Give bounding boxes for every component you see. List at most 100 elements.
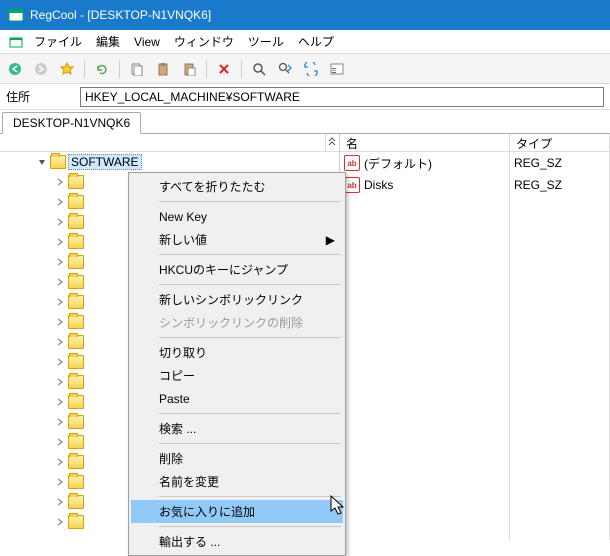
chevron-right-icon[interactable] (54, 236, 66, 248)
folder-icon (68, 335, 84, 349)
chevron-right-icon[interactable] (54, 496, 66, 508)
ctx-rename[interactable]: 名前を変更 (131, 470, 343, 493)
column-type: タイプ REG_SZ REG_SZ (510, 134, 610, 540)
value-name: Disks (364, 178, 393, 192)
ctx-export[interactable]: 輸出する ... (131, 530, 343, 553)
folder-icon (68, 295, 84, 309)
toolbar (0, 54, 610, 84)
folder-icon (68, 375, 84, 389)
ctx-jump-hkcu[interactable]: HKCUのキーにジャンプ (131, 258, 343, 281)
ctx-delete[interactable]: 削除 (131, 447, 343, 470)
column-header-name[interactable]: 名 (340, 134, 509, 152)
copy-button[interactable] (126, 58, 148, 80)
tab-strip: DESKTOP-N1VNQK6 (0, 110, 610, 134)
chevron-right-icon[interactable] (54, 396, 66, 408)
chevron-right-icon[interactable] (54, 196, 66, 208)
column-name: 名 ab (デフォルト) ab Disks (340, 134, 510, 540)
favorite-button[interactable] (56, 58, 78, 80)
folder-icon (68, 275, 84, 289)
chevron-right-icon[interactable] (54, 376, 66, 388)
menu-view[interactable]: View (128, 33, 166, 51)
back-button[interactable] (4, 58, 26, 80)
chevron-right-icon[interactable] (54, 336, 66, 348)
folder-icon (68, 475, 84, 489)
context-menu: すべてを折りたたむ New Key 新しい値▶ HKCUのキーにジャンプ 新しい… (128, 172, 346, 556)
string-value-icon: ab (344, 177, 360, 193)
folder-icon (68, 175, 84, 189)
menu-bar: ファイル 編集 View ウィンドウ ツール ヘルプ (0, 30, 610, 54)
chevron-right-icon[interactable] (54, 416, 66, 428)
folder-icon (68, 415, 84, 429)
chevron-right-icon[interactable] (54, 456, 66, 468)
menu-edit[interactable]: 編集 (90, 31, 126, 52)
folder-icon (68, 515, 84, 529)
value-type: REG_SZ (510, 174, 609, 196)
menu-tools[interactable]: ツール (242, 31, 290, 52)
menu-window[interactable]: ウィンドウ (168, 31, 240, 52)
tree-header (0, 134, 339, 152)
folder-icon (68, 435, 84, 449)
address-label: 住所 (6, 88, 76, 105)
chevron-right-icon[interactable] (54, 216, 66, 228)
ctx-collapse-all[interactable]: すべてを折りたたむ (131, 175, 343, 198)
folder-icon (68, 215, 84, 229)
values-pane[interactable]: 名 ab (デフォルト) ab Disks タイプ REG_SZ REG_SZ (340, 134, 610, 540)
address-bar: 住所 (0, 84, 610, 110)
folder-icon (68, 395, 84, 409)
value-row[interactable]: ab (デフォルト) (340, 152, 509, 174)
paste-list-button[interactable] (178, 58, 200, 80)
properties-button[interactable] (326, 58, 348, 80)
tab-machine[interactable]: DESKTOP-N1VNQK6 (2, 112, 141, 134)
search-next-button[interactable] (274, 58, 296, 80)
value-type: REG_SZ (510, 152, 609, 174)
value-row[interactable]: ab Disks (340, 174, 509, 196)
ctx-new-key[interactable]: New Key (131, 205, 343, 228)
ctx-delete-symlink: シンボリックリンクの削除 (131, 311, 343, 334)
folder-icon (68, 455, 84, 469)
chevron-right-icon[interactable] (54, 296, 66, 308)
window-control-icon[interactable] (6, 32, 26, 52)
paste-button[interactable] (152, 58, 174, 80)
chevron-right-icon[interactable] (54, 516, 66, 528)
delete-button[interactable] (213, 58, 235, 80)
chevron-right-icon[interactable] (54, 316, 66, 328)
menu-help[interactable]: ヘルプ (292, 31, 340, 52)
chevron-right-icon[interactable] (54, 476, 66, 488)
column-header-type[interactable]: タイプ (510, 134, 609, 152)
forward-button[interactable] (30, 58, 52, 80)
window-title: RegCool - [DESKTOP-N1VNQK6] (30, 8, 211, 22)
tree-node-software[interactable]: SOFTWARE (0, 152, 339, 172)
string-value-icon: ab (344, 155, 360, 171)
ctx-paste[interactable]: Paste (131, 387, 343, 410)
title-bar: RegCool - [DESKTOP-N1VNQK6] (0, 0, 610, 30)
chevron-down-icon[interactable] (36, 156, 48, 168)
chevron-right-icon[interactable] (54, 436, 66, 448)
folder-icon (68, 315, 84, 329)
chevron-right-icon[interactable] (54, 256, 66, 268)
submenu-arrow-icon: ▶ (326, 233, 335, 247)
folder-icon (68, 195, 84, 209)
ctx-cut[interactable]: 切り取り (131, 341, 343, 364)
chevron-right-icon[interactable] (54, 356, 66, 368)
replace-button[interactable] (300, 58, 322, 80)
app-icon (8, 7, 24, 23)
address-input[interactable] (80, 87, 604, 107)
folder-icon (50, 155, 66, 169)
chevron-right-icon[interactable] (54, 176, 66, 188)
value-name: (デフォルト) (364, 155, 432, 172)
tree-header-collapse[interactable] (325, 134, 339, 151)
refresh-button[interactable] (91, 58, 113, 80)
folder-icon (68, 495, 84, 509)
ctx-new-symlink[interactable]: 新しいシンボリックリンク (131, 288, 343, 311)
chevron-right-icon[interactable] (54, 276, 66, 288)
ctx-new-value[interactable]: 新しい値▶ (131, 228, 343, 251)
search-button[interactable] (248, 58, 270, 80)
folder-icon (68, 235, 84, 249)
menu-file[interactable]: ファイル (28, 31, 88, 52)
ctx-search[interactable]: 検索 ... (131, 417, 343, 440)
folder-icon (68, 355, 84, 369)
ctx-copy[interactable]: コピー (131, 364, 343, 387)
tree-node-label: SOFTWARE (68, 154, 142, 170)
folder-icon (68, 255, 84, 269)
ctx-add-favorite[interactable]: お気に入りに追加 (131, 500, 343, 523)
